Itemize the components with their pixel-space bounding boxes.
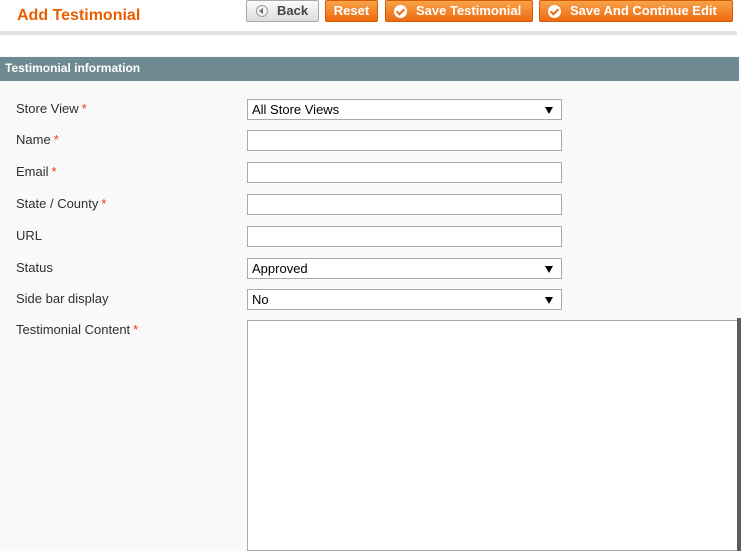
testimonial-content-label: Testimonial Content *	[16, 322, 138, 338]
sidebar-display-label: Side bar display	[16, 291, 109, 307]
header-divider	[0, 31, 737, 35]
required-marker: *	[53, 132, 59, 147]
textarea-scrollbar[interactable]	[737, 318, 741, 551]
state-county-label-text: State / County	[16, 196, 99, 211]
email-label: Email *	[16, 164, 57, 180]
required-marker: *	[81, 101, 87, 116]
store-view-select[interactable]: All Store Views	[247, 99, 562, 120]
dropdown-caret-icon	[545, 297, 553, 304]
name-label-text: Name	[16, 132, 51, 147]
name-field[interactable]	[247, 130, 562, 151]
status-select[interactable]: Approved	[247, 258, 562, 279]
testimonial-content-label-text: Testimonial Content	[16, 322, 131, 337]
save-testimonial-button[interactable]: Save Testimonial	[385, 0, 533, 22]
check-circle-icon	[548, 5, 561, 18]
page-title: Add Testimonial	[17, 7, 141, 24]
required-marker: *	[133, 322, 139, 337]
reset-button-label: Reset	[333, 3, 370, 18]
state-county-field[interactable]	[247, 194, 562, 215]
store-view-label-text: Store View	[16, 101, 79, 116]
sidebar-display-label-text: Side bar display	[16, 291, 109, 306]
url-label-text: URL	[16, 228, 43, 243]
status-label-text: Status	[16, 260, 53, 275]
sidebar-display-select[interactable]: No	[247, 289, 562, 310]
url-label: URL	[16, 228, 42, 244]
back-button-label: Back	[277, 3, 309, 18]
status-label: Status	[16, 260, 53, 276]
required-marker: *	[51, 164, 57, 179]
section-header: Testimonial information	[0, 57, 739, 81]
testimonial-content-textarea[interactable]	[247, 320, 741, 551]
dropdown-caret-icon	[545, 266, 553, 273]
email-label-text: Email	[16, 164, 49, 179]
required-marker: *	[101, 196, 107, 211]
status-select-value: Approved	[252, 261, 308, 276]
store-view-select-value: All Store Views	[252, 102, 340, 117]
url-field[interactable]	[247, 226, 562, 247]
email-field[interactable]	[247, 162, 562, 183]
check-circle-icon	[394, 5, 407, 18]
sidebar-display-select-value: No	[252, 292, 269, 307]
dropdown-caret-icon	[545, 107, 553, 114]
save-and-continue-edit-button[interactable]: Save And Continue Edit	[539, 0, 733, 22]
save-testimonial-button-label: Save Testimonial	[416, 3, 522, 18]
state-county-label: State / County *	[16, 196, 106, 212]
store-view-label: Store View *	[16, 101, 87, 117]
arrow-left-icon	[256, 5, 268, 17]
back-button[interactable]: Back	[246, 0, 319, 22]
save-and-continue-edit-button-label: Save And Continue Edit	[570, 3, 717, 18]
name-label: Name *	[16, 132, 59, 148]
reset-button[interactable]: Reset	[325, 0, 378, 22]
